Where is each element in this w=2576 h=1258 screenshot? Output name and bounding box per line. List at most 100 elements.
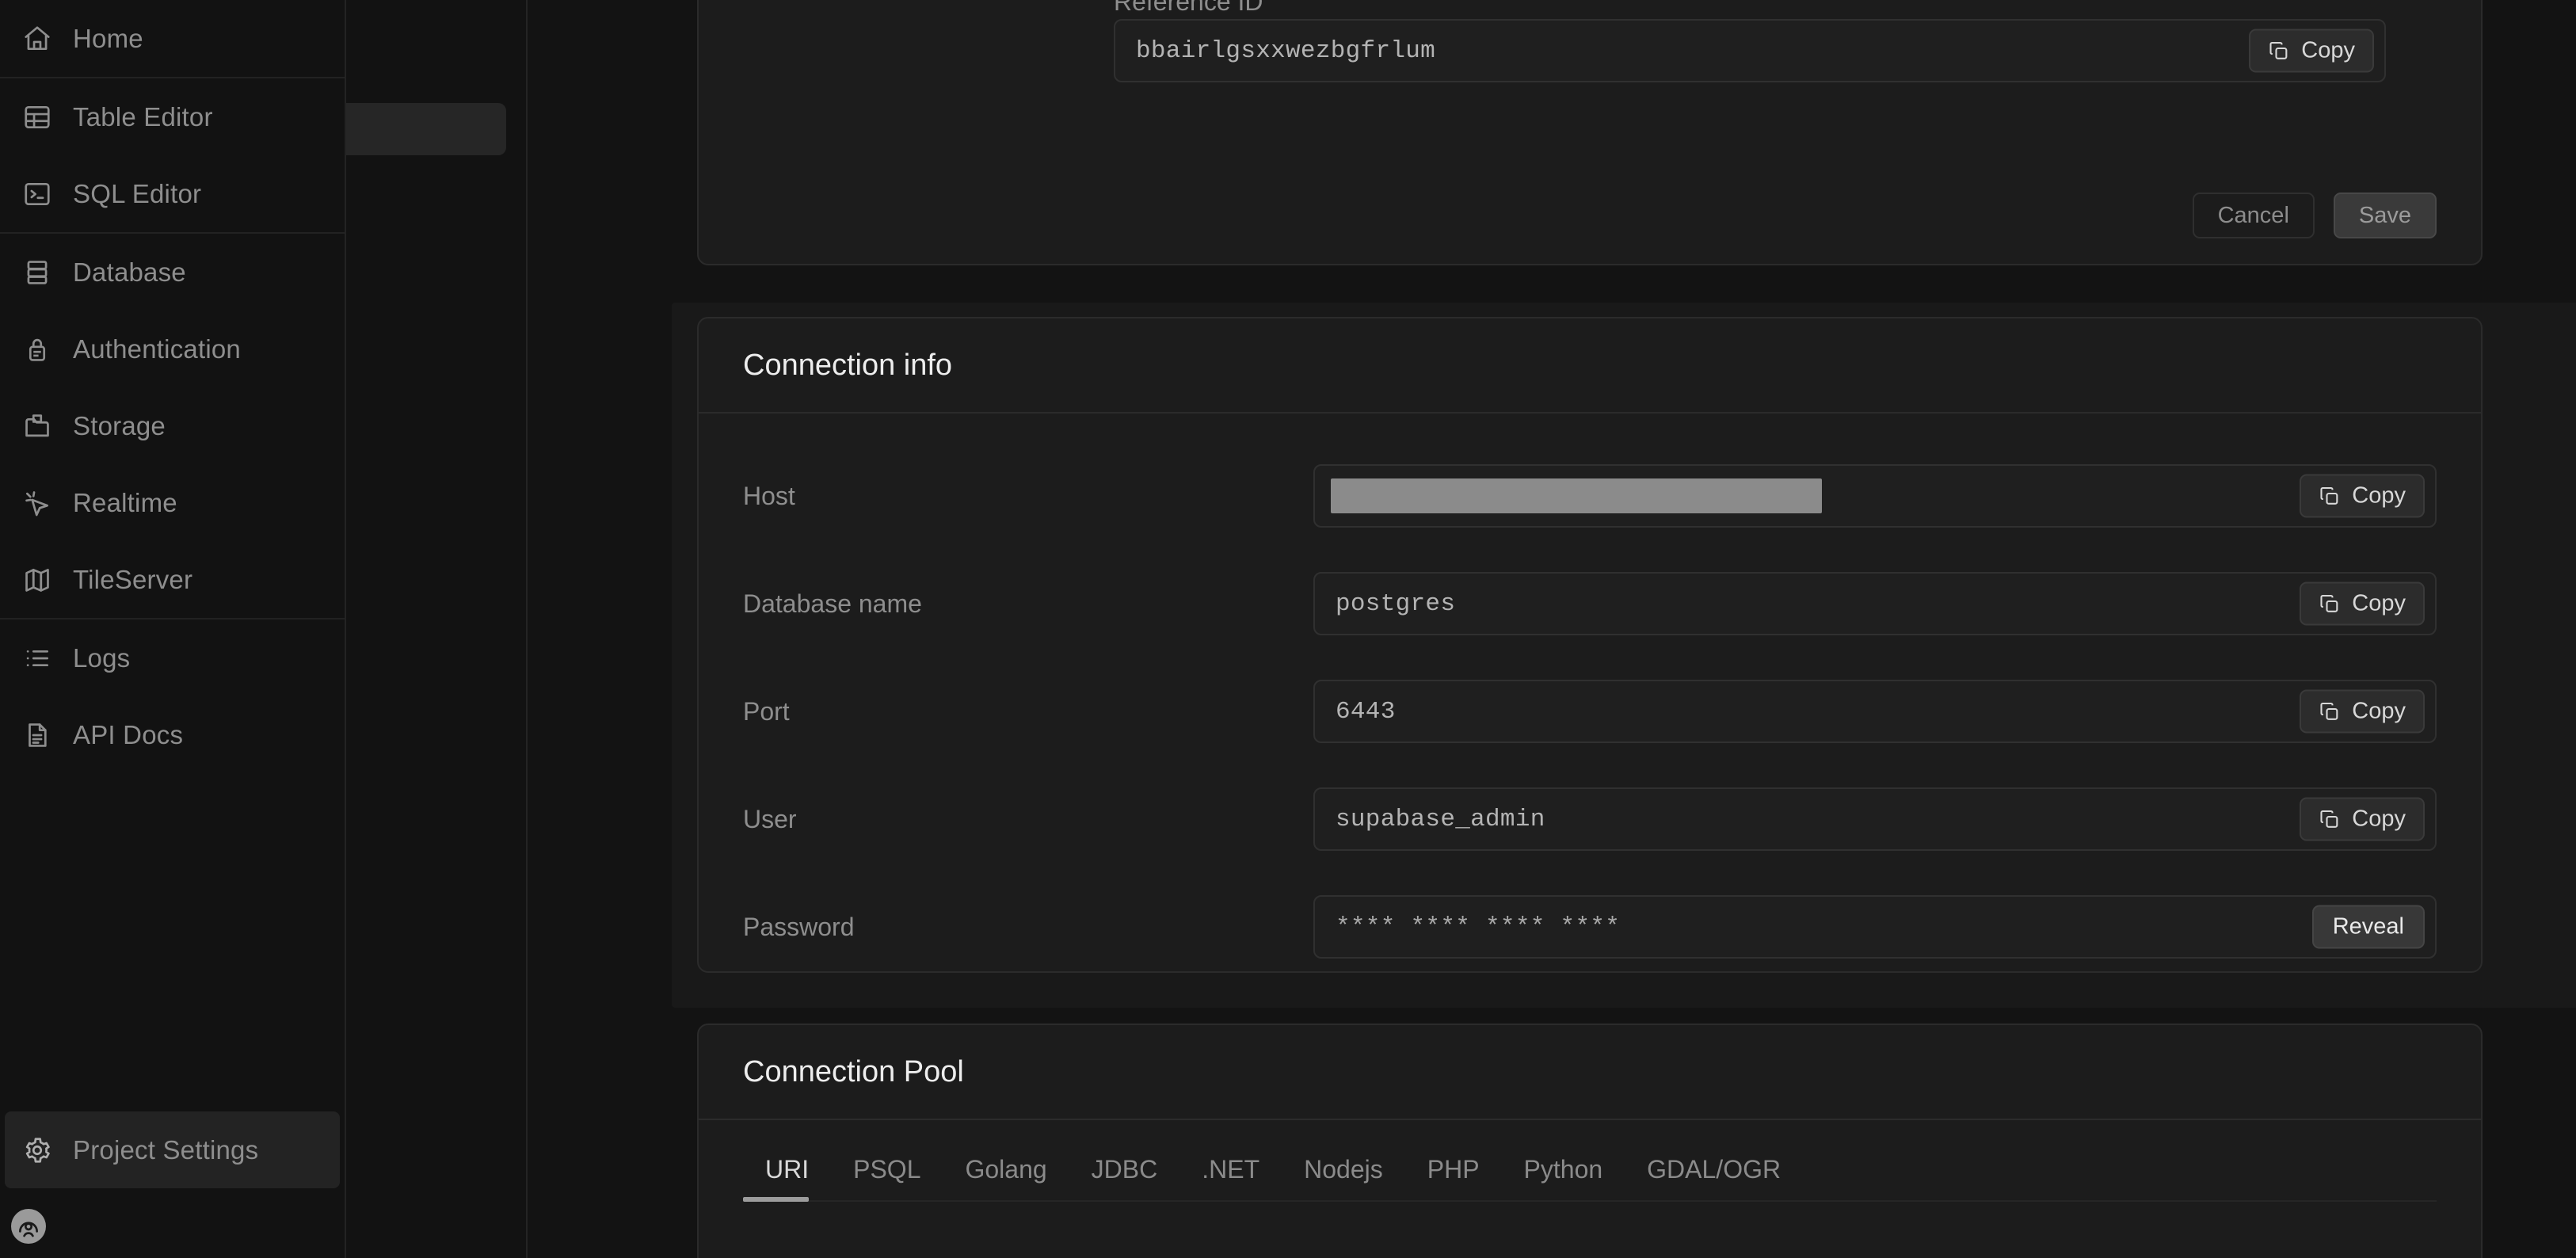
sidebar-item-table-editor[interactable]: Table Editor — [5, 78, 340, 155]
sidebar-group-2: Table Editor SQL Editor — [0, 77, 345, 232]
sidebar-item-api-docs[interactable]: API Docs — [5, 696, 340, 773]
sidebar-item-label: Project Settings — [73, 1134, 259, 1165]
copy-user-button[interactable]: Copy — [2300, 797, 2425, 841]
sidebar-item-home[interactable]: Home — [5, 0, 340, 77]
gear-icon — [19, 1135, 55, 1165]
sidebar-item-authentication[interactable]: Authentication — [5, 311, 340, 387]
sidebar-group-1: Home — [0, 0, 345, 77]
app-root: Home Table Editor SQL Editor Database Au… — [0, 0, 2576, 1258]
copy-icon — [2319, 808, 2341, 830]
sidebar-item-label: API Docs — [73, 719, 184, 749]
sidebar-item-label: Home — [73, 23, 143, 53]
sidebar-item-database[interactable]: Database — [5, 234, 340, 311]
main-content: Reference ID bbairlgsxxwezbgfrlum Copy C… — [528, 0, 2576, 1258]
tab-psql[interactable]: PSQL — [831, 1155, 943, 1202]
database-name-value: postgres — [1336, 589, 1456, 618]
copy-reference-id-button[interactable]: Copy — [2249, 29, 2374, 73]
copy-icon — [2319, 700, 2341, 722]
sidebar-item-project-settings[interactable]: Project Settings — [5, 1111, 340, 1188]
save-button[interactable]: Save — [2333, 193, 2437, 238]
tab-php[interactable]: PHP — [1405, 1155, 1502, 1202]
host-value-redacted — [1331, 478, 1822, 513]
tab-gdal-ogr[interactable]: GDAL/OGR — [1625, 1155, 1803, 1202]
folder-icon — [19, 411, 55, 441]
row-label: User — [743, 804, 797, 833]
copy-button-label: Copy — [2301, 37, 2355, 63]
sidebar-footer: Project Settings — [0, 1111, 345, 1198]
terminal-icon — [19, 179, 55, 209]
sidebar-item-sql-editor[interactable]: SQL Editor — [5, 155, 340, 232]
copy-port-button[interactable]: Copy — [2300, 689, 2425, 734]
tab-golang[interactable]: Golang — [943, 1155, 1069, 1202]
tab-nodejs[interactable]: Nodejs — [1282, 1155, 1405, 1202]
lock-icon — [19, 334, 55, 364]
port-value: 6443 — [1336, 697, 1396, 726]
sidebar-item-label: Logs — [73, 642, 131, 673]
database-icon — [19, 257, 55, 288]
copy-button-label: Copy — [2352, 698, 2406, 724]
sidebar-item-realtime[interactable]: Realtime — [5, 464, 340, 541]
connection-pool-tabs: URI PSQL Golang JDBC .NET Nodejs PHP Pyt… — [699, 1120, 2481, 1202]
tab-uri[interactable]: URI — [743, 1155, 831, 1202]
copy-icon — [2319, 485, 2341, 507]
cancel-button[interactable]: Cancel — [2192, 193, 2315, 238]
sidebar-item-label: SQL Editor — [73, 178, 202, 208]
port-field[interactable]: 6443 Copy — [1313, 680, 2437, 743]
connection-row-password: Password **** **** **** **** Reveal — [743, 873, 2437, 981]
reference-id-label: Reference ID — [1114, 0, 1263, 16]
user-avatar-icon[interactable] — [11, 1209, 46, 1244]
map-icon — [19, 565, 55, 595]
user-value: supabase_admin — [1336, 805, 1545, 833]
sidebar-item-label: Storage — [73, 410, 166, 440]
settings-subnav-panel: s — [227, 0, 528, 1258]
copy-icon — [2268, 40, 2290, 62]
reference-id-value: bbairlgsxxwezbgfrlum — [1136, 36, 1436, 65]
reference-id-field[interactable]: bbairlgsxxwezbgfrlum Copy — [1114, 19, 2386, 82]
host-field[interactable]: Copy — [1313, 464, 2437, 528]
sidebar-group-4: Logs API Docs — [0, 618, 345, 773]
copy-button-label: Copy — [2352, 482, 2406, 509]
avatar-container — [0, 1198, 345, 1258]
copy-icon — [2319, 593, 2341, 615]
sidebar-item-tileserver[interactable]: TileServer — [5, 541, 340, 618]
tab-python[interactable]: Python — [1502, 1155, 1625, 1202]
list-icon — [19, 643, 55, 673]
password-value: **** **** **** **** — [1336, 913, 1621, 941]
general-settings-card: Reference ID bbairlgsxxwezbgfrlum Copy C… — [697, 0, 2483, 265]
row-label: Database name — [743, 589, 922, 618]
table-icon — [19, 102, 55, 132]
copy-host-button[interactable]: Copy — [2300, 474, 2425, 518]
tab-dotnet[interactable]: .NET — [1179, 1155, 1282, 1202]
connection-info-card: Connection info Host Copy Database name … — [697, 317, 2483, 973]
sidebar-item-storage[interactable]: Storage — [5, 387, 340, 464]
database-name-field[interactable]: postgres Copy — [1313, 572, 2437, 635]
sidebar-item-label: Database — [73, 257, 186, 287]
connection-pool-header: Connection Pool — [699, 1025, 2481, 1120]
reveal-password-button[interactable]: Reveal — [2311, 905, 2425, 949]
connection-pool-card: Connection Pool URI PSQL Golang JDBC .NE… — [697, 1024, 2483, 1258]
sidebar-item-label: TileServer — [73, 564, 193, 594]
cursor-click-icon — [19, 488, 55, 518]
connection-info-header: Connection info — [699, 318, 2481, 414]
row-label: Password — [743, 912, 855, 941]
connection-row-database-name: Database name postgres Copy — [743, 550, 2437, 658]
copy-database-name-button[interactable]: Copy — [2300, 581, 2425, 626]
primary-sidebar: Home Table Editor SQL Editor Database Au… — [0, 0, 346, 1258]
connection-info-rows: Host Copy Database name postgres Copy Po… — [699, 414, 2481, 981]
row-label: Port — [743, 696, 790, 726]
sidebar-item-label: Authentication — [73, 334, 241, 364]
general-settings-footer: Cancel Save — [699, 166, 2481, 265]
sidebar-item-logs[interactable]: Logs — [5, 619, 340, 696]
connection-row-user: User supabase_admin Copy — [743, 765, 2437, 873]
row-label: Host — [743, 481, 795, 510]
connection-row-port: Port 6443 Copy — [743, 658, 2437, 765]
copy-button-label: Copy — [2352, 806, 2406, 832]
password-field[interactable]: **** **** **** **** Reveal — [1313, 895, 2437, 959]
tab-jdbc[interactable]: JDBC — [1069, 1155, 1180, 1202]
user-field[interactable]: supabase_admin Copy — [1313, 787, 2437, 851]
connection-pool-title: Connection Pool — [743, 1054, 964, 1088]
connection-info-title: Connection info — [743, 348, 953, 382]
sidebar-item-label: Realtime — [73, 487, 177, 517]
copy-button-label: Copy — [2352, 590, 2406, 616]
